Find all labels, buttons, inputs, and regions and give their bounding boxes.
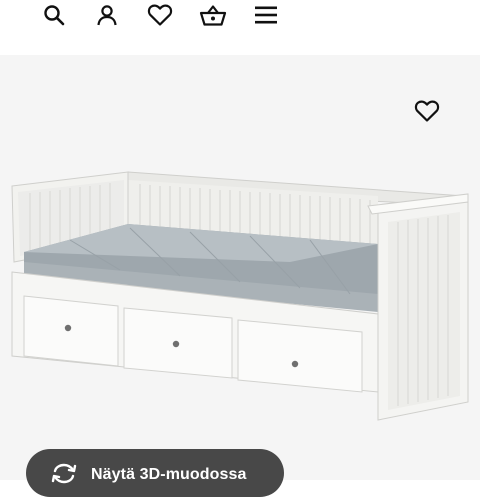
view-in-3d-label: Näytä 3D-muodossa (91, 466, 247, 483)
heart-icon[interactable] (146, 2, 174, 28)
add-to-favourites-button[interactable] (411, 96, 443, 126)
rotate-3d-icon (51, 463, 77, 484)
heart-icon (414, 100, 440, 122)
view-in-3d-button[interactable]: Näytä 3D-muodossa (26, 449, 284, 497)
menu-icon[interactable] (252, 2, 280, 28)
search-icon[interactable] (40, 2, 68, 28)
product-image (11, 171, 469, 421)
basket-icon[interactable] (199, 2, 227, 28)
user-icon[interactable] (93, 2, 121, 28)
top-navigation (0, 0, 480, 34)
